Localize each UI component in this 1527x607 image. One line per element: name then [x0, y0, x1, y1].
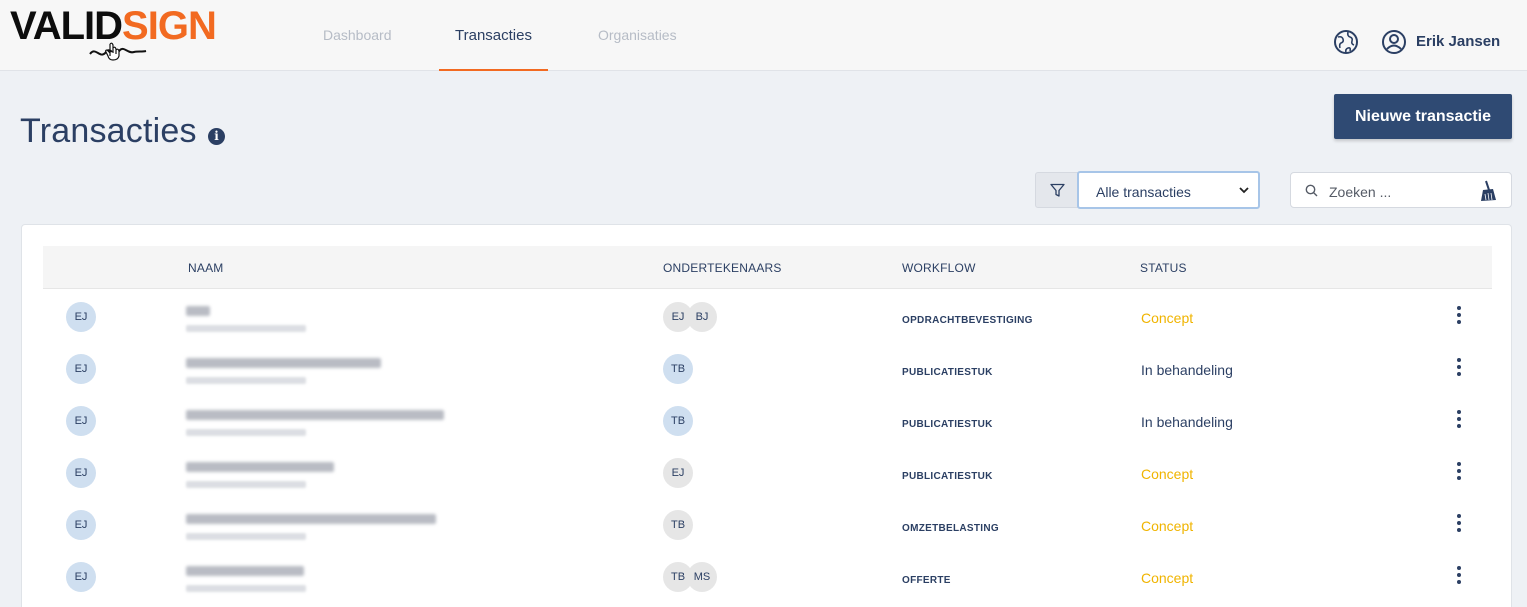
workflow-label: OPDRACHTBEVESTIGING — [902, 315, 1033, 326]
owner-avatar: EJ — [66, 458, 96, 488]
nav-dashboard[interactable]: Dashboard — [323, 0, 392, 71]
workflow-label: OFFERTE — [902, 575, 951, 586]
logo-signature-icon — [89, 42, 147, 61]
broom-icon[interactable] — [1478, 180, 1498, 202]
page-title: Transacties — [20, 112, 197, 150]
signer-avatar: BJ — [687, 302, 717, 332]
user-name[interactable]: Erik Jansen — [1416, 33, 1500, 50]
transaction-name-redacted[interactable] — [186, 566, 304, 576]
col-status[interactable]: STATUS — [1140, 261, 1187, 275]
filter-select-value: Alle transacties — [1096, 184, 1191, 200]
col-workflow[interactable]: WORKFLOW — [902, 261, 976, 275]
signer-avatar: TB — [663, 510, 693, 540]
transaction-subtitle-redacted — [186, 325, 306, 332]
owner-avatar: EJ — [66, 406, 96, 436]
table-header: NAAM ONDERTEKENAARS WORKFLOW STATUS — [43, 246, 1492, 289]
row-menu-icon[interactable] — [1453, 306, 1465, 328]
row-menu-icon[interactable] — [1453, 358, 1465, 380]
workflow-label: OMZETBELASTING — [902, 523, 999, 534]
info-icon[interactable]: i — [208, 128, 225, 145]
transaction-filter-select[interactable]: Alle transacties — [1077, 171, 1260, 209]
table-row[interactable]: EJ EJ PUBLICATIESTUK Concept — [43, 447, 1492, 499]
col-ondertekenaars[interactable]: ONDERTEKENAARS — [663, 261, 782, 275]
table-row[interactable]: EJ TB OMZETBELASTING Concept — [43, 499, 1492, 551]
funnel-icon — [1050, 183, 1065, 197]
row-menu-icon[interactable] — [1453, 462, 1465, 484]
owner-avatar: EJ — [66, 354, 96, 384]
transaction-subtitle-redacted — [186, 429, 306, 436]
search-field[interactable]: Zoeken ... — [1290, 172, 1512, 208]
status-label: Concept — [1141, 466, 1194, 482]
row-menu-icon[interactable] — [1453, 410, 1465, 432]
owner-avatar: EJ — [66, 302, 96, 332]
row-menu-icon[interactable] — [1453, 566, 1465, 588]
transactions-card: NAAM ONDERTEKENAARS WORKFLOW STATUS EJ E… — [21, 224, 1512, 607]
status-label: In behandeling — [1141, 362, 1233, 378]
row-menu-icon[interactable] — [1453, 514, 1465, 536]
signer-avatar: MS — [687, 562, 717, 592]
transaction-subtitle-redacted — [186, 377, 306, 384]
table-row[interactable]: EJ TB PUBLICATIESTUK In behandeling — [43, 343, 1492, 395]
owner-avatar: EJ — [66, 562, 96, 592]
top-navbar: VALIDSIGN Dashboard Transacties Organisa… — [0, 0, 1527, 71]
transaction-subtitle-redacted — [186, 533, 306, 540]
nav-transacties[interactable]: Transacties — [439, 0, 548, 71]
filter-button[interactable] — [1035, 172, 1078, 208]
search-icon — [1305, 184, 1318, 197]
status-label: Concept — [1141, 310, 1194, 326]
nav-organisaties[interactable]: Organisaties — [598, 0, 677, 71]
transaction-name-redacted[interactable] — [186, 514, 436, 524]
table-row[interactable]: EJ TB PUBLICATIESTUK In behandeling — [43, 395, 1492, 447]
globe-icon[interactable] — [1333, 29, 1359, 55]
transaction-subtitle-redacted — [186, 481, 306, 488]
signer-avatar: EJ — [663, 458, 693, 488]
table-row[interactable]: EJ EJ BJ OPDRACHTBEVESTIGING Concept — [43, 291, 1492, 343]
transaction-subtitle-redacted — [186, 585, 306, 592]
table-row[interactable]: EJ TB MS OFFERTE Concept — [43, 551, 1492, 603]
chevron-down-icon — [1239, 187, 1249, 194]
transaction-name-redacted[interactable] — [186, 306, 210, 316]
col-naam[interactable]: NAAM — [188, 261, 223, 275]
new-transaction-button[interactable]: Nieuwe transactie — [1334, 94, 1512, 139]
workflow-label: PUBLICATIESTUK — [902, 419, 993, 430]
user-circle-icon[interactable] — [1381, 29, 1407, 55]
transaction-name-redacted[interactable] — [186, 358, 381, 368]
transaction-name-redacted[interactable] — [186, 462, 334, 472]
status-label: Concept — [1141, 570, 1194, 586]
owner-avatar: EJ — [66, 510, 96, 540]
signer-avatar: TB — [663, 354, 693, 384]
validsign-logo[interactable]: VALIDSIGN — [10, 6, 220, 66]
transaction-name-redacted[interactable] — [186, 410, 444, 420]
status-label: Concept — [1141, 518, 1194, 534]
search-input[interactable]: Zoeken ... — [1329, 184, 1391, 200]
workflow-label: PUBLICATIESTUK — [902, 471, 993, 482]
status-label: In behandeling — [1141, 414, 1233, 430]
signer-avatar: TB — [663, 406, 693, 436]
workflow-label: PUBLICATIESTUK — [902, 367, 993, 378]
